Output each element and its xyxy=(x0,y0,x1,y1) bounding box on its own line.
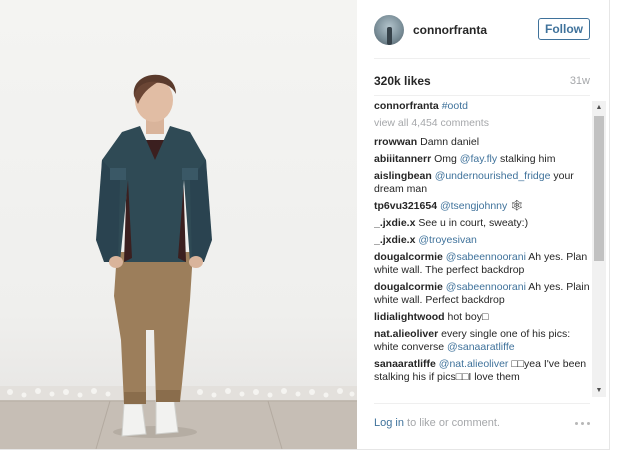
comment-item: nat.alieoliver every single one of his p… xyxy=(374,328,592,354)
comment-username[interactable]: aislingbean xyxy=(374,170,432,182)
comment-item: tp6vu321654 @tsengjohnny 🕸 xyxy=(374,200,592,213)
comment-item: _.jxdie.x @troyesivan xyxy=(374,234,592,247)
comment-username[interactable]: tp6vu321654 xyxy=(374,200,437,212)
caption-username[interactable]: connorfranta xyxy=(374,100,439,112)
header-divider xyxy=(374,58,590,59)
comment-username[interactable]: rrowwan xyxy=(374,136,417,148)
comment-mention[interactable]: @sabeennoorani xyxy=(446,281,526,293)
person-photo-illustration xyxy=(0,74,357,449)
post-photo[interactable] xyxy=(0,0,357,449)
comment-username[interactable]: dougalcormie xyxy=(374,281,443,293)
comment-item: aislingbean @undernourished_fridge your … xyxy=(374,170,592,196)
comments-container: rrowwan Damn daniel abiiitannerr Omg @fay… xyxy=(374,136,592,384)
comment-mention[interactable]: @troyesivan xyxy=(418,234,477,246)
comment-text: Damn daniel xyxy=(420,136,480,148)
comment-username[interactable]: lidialightwood xyxy=(374,311,445,323)
login-prompt: Log in to like or comment. xyxy=(374,417,500,429)
comment-item: _.jxdie.x See u in court, sweaty:) xyxy=(374,217,592,230)
comment-mention[interactable]: @sanaaratliffe xyxy=(447,341,515,353)
comment-mention[interactable]: @tsengjohnny xyxy=(440,200,507,212)
follow-button[interactable]: Follow xyxy=(538,18,590,40)
caption-hashtag[interactable]: #ootd xyxy=(442,100,468,112)
comment-item: abiiitannerr Omg @fay.fly stalking him xyxy=(374,153,592,166)
comment-item: dougalcormie @sabeennoorani Ah yes. Plai… xyxy=(374,281,592,307)
comment-list[interactable]: connorfranta #ootd view all 4,454 commen… xyxy=(374,100,592,398)
comment-item: lidialightwood hot boy□ xyxy=(374,311,592,324)
comment-item: dougalcormie @sabeennoorani Ah yes. Plan… xyxy=(374,251,592,277)
comment-username[interactable]: sanaaratliffe xyxy=(374,358,436,370)
scroll-up-arrow-icon[interactable]: ▲ xyxy=(592,101,606,114)
post-header: connorfranta Follow xyxy=(374,14,590,46)
post-footer: Log in to like or comment. xyxy=(374,414,590,432)
comment-mention[interactable]: @sabeennoorani xyxy=(446,251,526,263)
footer-divider xyxy=(374,403,590,404)
scroll-down-arrow-icon[interactable]: ▼ xyxy=(592,384,606,397)
scroll-thumb[interactable] xyxy=(594,116,604,261)
comment-text: 🕸 xyxy=(507,200,524,212)
username-link[interactable]: connorfranta xyxy=(413,23,487,37)
comment-mention[interactable]: @nat.alieoliver xyxy=(439,358,509,370)
view-all-comments-link[interactable]: view all 4,454 comments xyxy=(374,117,592,130)
comment-text: See u in court, sweaty:) xyxy=(418,217,529,229)
comment-item: sanaaratliffe @nat.alieoliver □□yea I've… xyxy=(374,358,592,384)
comment-username[interactable]: dougalcormie xyxy=(374,251,443,263)
comment-mention[interactable]: @undernourished_fridge xyxy=(435,170,551,182)
comment-mention[interactable]: @fay.fly xyxy=(460,153,497,165)
comment-item: rrowwan Damn daniel xyxy=(374,136,592,149)
login-prompt-text: to like or comment. xyxy=(403,417,500,429)
caption: connorfranta #ootd xyxy=(374,100,592,113)
comment-text: hot boy□ xyxy=(447,311,489,323)
comment-username[interactable]: nat.alieoliver xyxy=(374,328,438,340)
comment-text: stalking him xyxy=(497,153,556,165)
post-sidebar: connorfranta Follow 320k likes 31w conno… xyxy=(357,0,609,449)
likes-count[interactable]: 320k likes xyxy=(374,74,431,88)
post-frame: connorfranta Follow 320k likes 31w conno… xyxy=(0,0,610,450)
comment-text: Omg xyxy=(434,153,460,165)
comment-username[interactable]: _.jxdie.x xyxy=(374,217,415,229)
avatar[interactable] xyxy=(374,15,404,45)
post-age[interactable]: 31w xyxy=(570,75,590,87)
likes-row: 320k likes 31w xyxy=(374,73,590,89)
login-link[interactable]: Log in xyxy=(374,417,404,429)
more-options-icon[interactable] xyxy=(575,421,590,425)
comment-username[interactable]: abiiitannerr xyxy=(374,153,431,165)
comments-scrollbar[interactable]: ▲ ▼ xyxy=(592,101,606,397)
likes-divider xyxy=(374,95,590,96)
comment-username[interactable]: _.jxdie.x xyxy=(374,234,415,246)
